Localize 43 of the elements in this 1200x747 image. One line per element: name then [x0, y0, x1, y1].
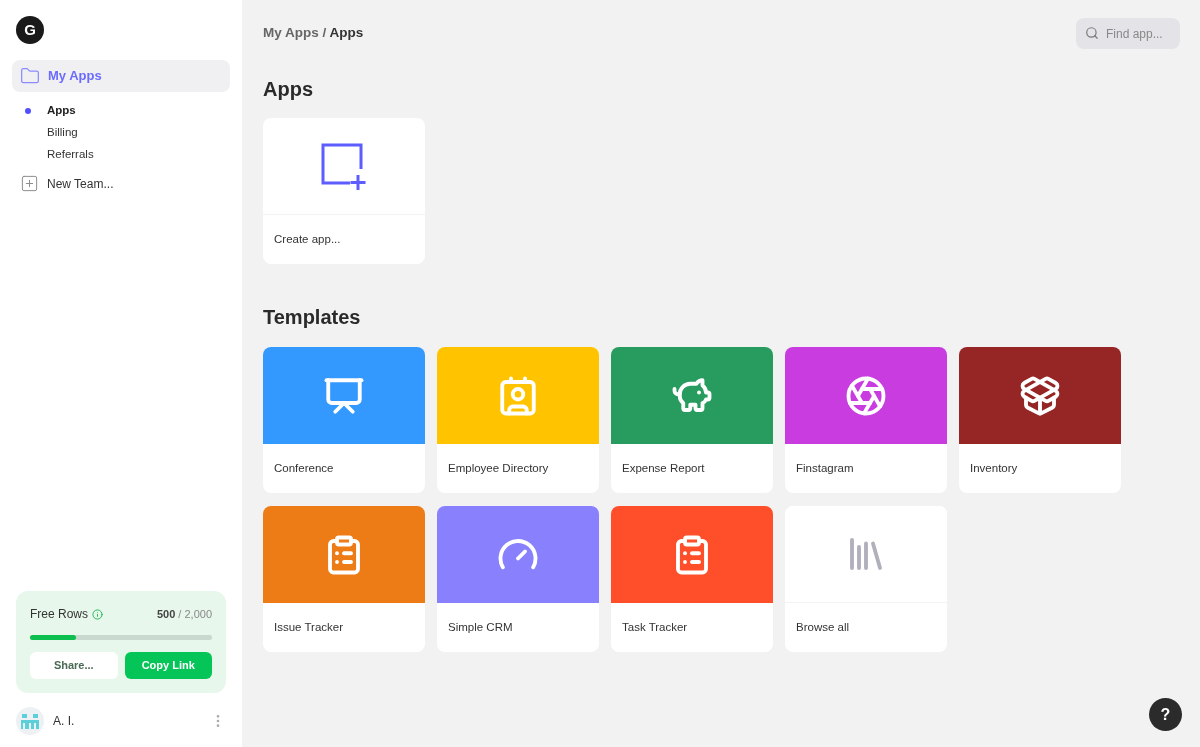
- card-label: Expense Report: [622, 460, 705, 476]
- card-label: Inventory: [970, 460, 1018, 476]
- nav-item[interactable]: Apps: [47, 102, 76, 120]
- usage-title: Free Rows: [30, 606, 88, 623]
- template-card[interactable]: Browse all: [785, 506, 947, 652]
- logo[interactable]: G: [16, 16, 44, 44]
- card-label: Employee Directory: [448, 460, 549, 476]
- folder-icon: [20, 66, 40, 86]
- aperture-icon: [845, 374, 887, 417]
- section-title: Templates: [263, 305, 362, 330]
- template-card[interactable]: Expense Report: [611, 347, 773, 493]
- template-card[interactable]: Simple CRM: [437, 506, 599, 652]
- template-card[interactable]: Issue Tracker: [263, 506, 425, 652]
- plus-icon: [20, 174, 39, 193]
- template-card[interactable]: Employee Directory: [437, 347, 599, 493]
- search-field[interactable]: Find app...: [1076, 18, 1180, 49]
- user-name: A. I.: [53, 713, 75, 730]
- card-label: Task Tracker: [622, 619, 688, 635]
- nav-item[interactable]: Referrals: [47, 146, 94, 164]
- help-button[interactable]: ?: [1149, 698, 1182, 731]
- box-icon: [1019, 374, 1061, 417]
- template-card[interactable]: Conference: [263, 347, 425, 493]
- share-button[interactable]: Share...: [30, 652, 118, 679]
- template-card[interactable]: Task Tracker: [611, 506, 773, 652]
- avatar-icon: [16, 707, 44, 735]
- card-label: Browse all: [796, 619, 850, 635]
- nav-item[interactable]: Billing: [47, 124, 78, 142]
- card-label: Finstagram: [796, 460, 854, 476]
- contact-card-icon: [497, 374, 539, 417]
- card-label: Conference: [274, 460, 334, 476]
- new-team-button[interactable]: New Team...: [12, 174, 230, 193]
- info-icon[interactable]: [92, 608, 103, 620]
- breadcrumb: My Apps / Apps: [263, 24, 364, 43]
- card-label: Simple CRM: [448, 619, 513, 635]
- template-card[interactable]: Inventory: [959, 347, 1121, 493]
- template-card[interactable]: Finstagram: [785, 347, 947, 493]
- section-title: Apps: [263, 77, 314, 102]
- usage-count: 500 / 2,000: [156, 606, 212, 622]
- card-label: Create app...: [274, 231, 341, 247]
- search-icon: [1085, 26, 1099, 40]
- create-app-card[interactable]: Create app...: [263, 118, 425, 264]
- team-item[interactable]: My Apps: [12, 60, 230, 92]
- card-label: Issue Tracker: [274, 619, 344, 635]
